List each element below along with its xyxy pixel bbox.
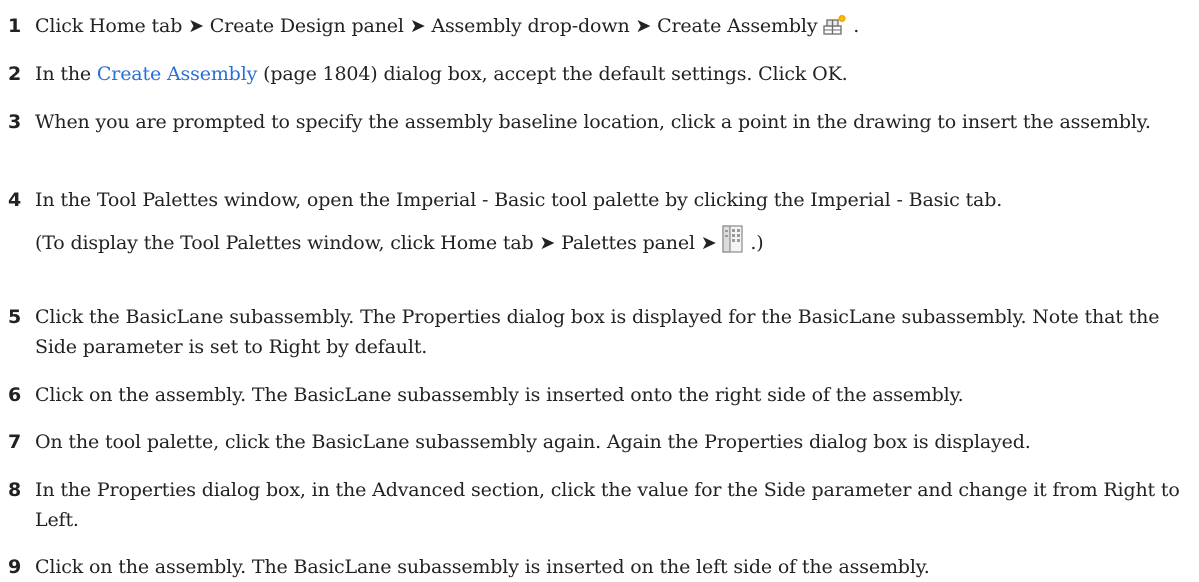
step-7-text: On the tool palette, click the BasicLane… [35, 431, 1031, 453]
step-2-text-start: In the [35, 63, 91, 85]
step-4-note-end: .) [750, 232, 764, 254]
tool-palettes-icon [722, 225, 744, 262]
create-assembly-icon [823, 14, 847, 45]
step-number: 2 [8, 63, 22, 85]
step-number: 1 [8, 15, 22, 37]
step-1-end: . [853, 15, 860, 37]
step-number: 3 [8, 111, 22, 133]
step-number: 9 [8, 556, 22, 578]
step-6-text: Click on the assembly. The BasicLane sub… [35, 384, 964, 406]
step-4-text: In the Tool Palettes window, open the Im… [35, 189, 1003, 211]
step-4-note: (To display the Tool Palettes window, cl… [35, 225, 1191, 262]
step-9-text: Click on the assembly. The BasicLane sub… [35, 556, 930, 578]
step-number: 6 [8, 384, 22, 406]
step-number: 7 [8, 431, 22, 453]
step-text: In the Create Assembly (page 1804) dialo… [35, 59, 1191, 89]
step-number: 5 [8, 306, 22, 328]
step-8-text: In the Properties dialog box, in the Adv… [35, 479, 1180, 531]
step-2-text-end: (page 1804) dialog box, accept the defau… [263, 63, 848, 85]
step-3-text: When you are prompted to specify the ass… [35, 111, 1151, 133]
step-number: 8 [8, 479, 22, 501]
step-number: 4 [8, 189, 22, 211]
step-1-text: Click Home tab ➤ Create Design panel ➤ A… [35, 15, 818, 37]
step-5-text: Click the BasicLane subassembly. The Pro… [35, 306, 1160, 358]
create-assembly-link[interactable]: Create Assembly [97, 63, 257, 85]
step-text: Click Home tab ➤ Create Design panel ➤ A… [35, 11, 1191, 45]
step-4-note-text: (To display the Tool Palettes window, cl… [35, 232, 717, 254]
